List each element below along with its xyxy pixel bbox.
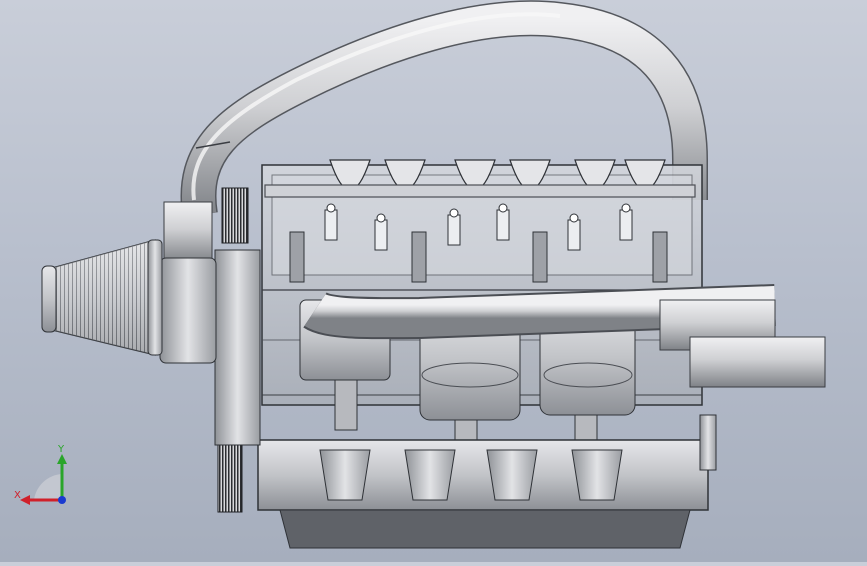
y-axis-label: Y [57,444,65,455]
graphics-viewport[interactable] [0,0,867,562]
x-axis-label: X [14,490,21,501]
z-axis-dot [58,496,66,504]
oil-pan[interactable] [257,439,709,549]
air-filter[interactable] [41,239,163,356]
throttle-body[interactable] [159,201,217,364]
x-axis-arrow [20,495,30,505]
triad-plane [34,474,62,500]
orientation-triad[interactable]: Y X [14,440,74,506]
y-axis-arrow [57,454,67,464]
